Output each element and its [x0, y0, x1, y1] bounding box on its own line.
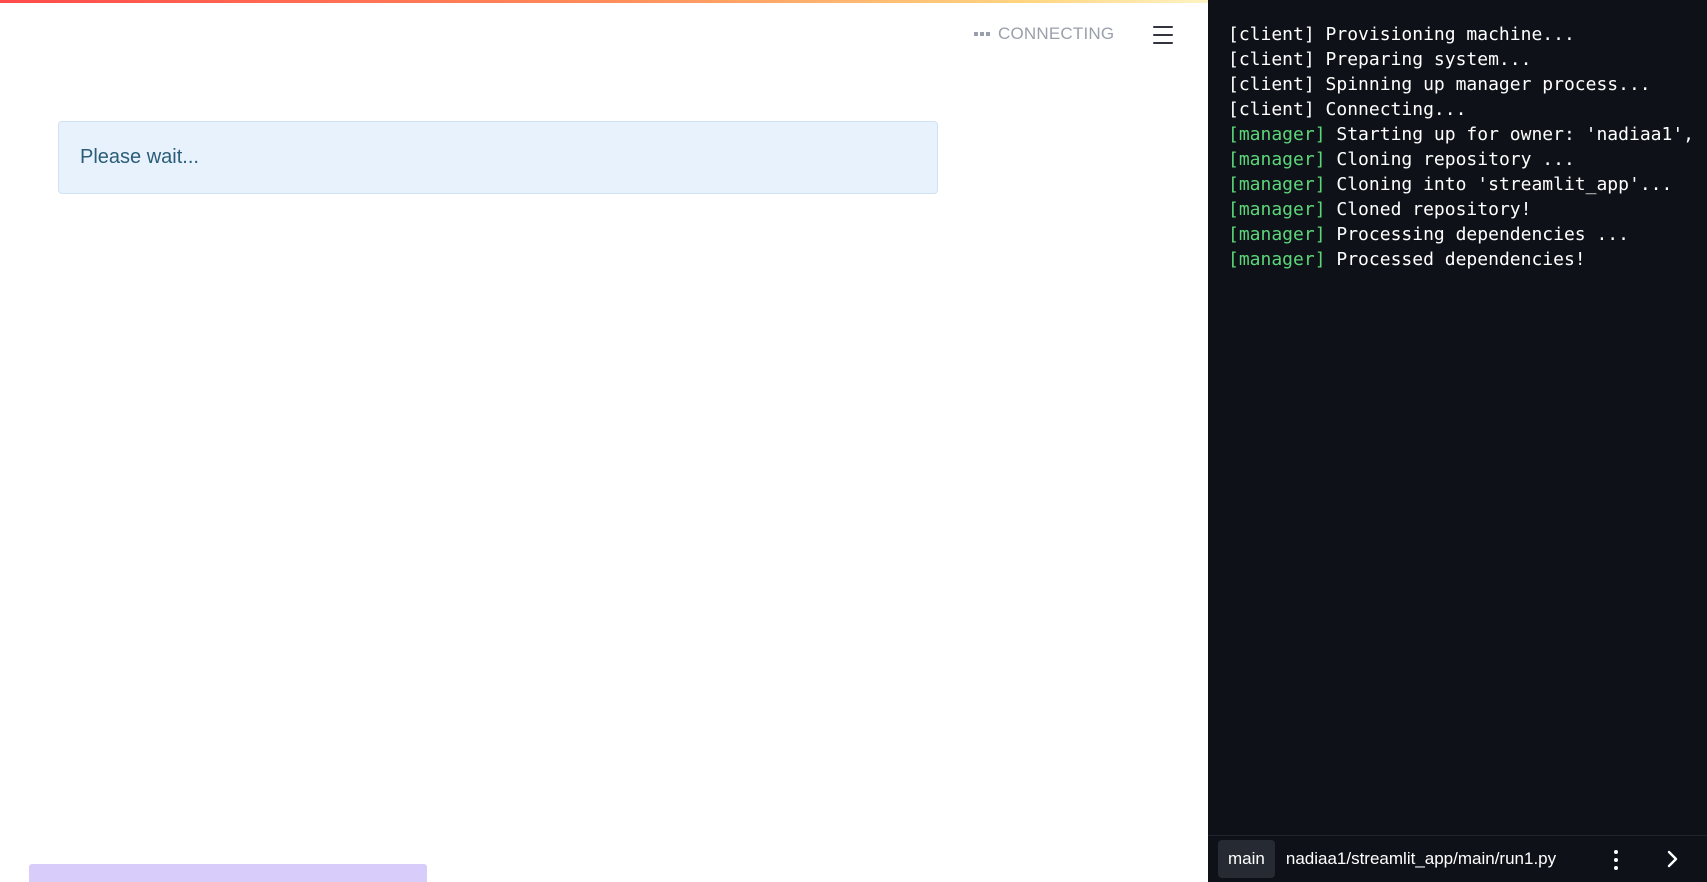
log-line: [client] Spinning up manager process... [1228, 72, 1707, 97]
log-line-message: Cloned repository! [1325, 199, 1532, 220]
log-line-tag: [manager] [1228, 124, 1326, 145]
log-line: [manager] Starting up for owner: 'nadiaa… [1228, 122, 1707, 147]
connecting-dots-icon [974, 32, 990, 36]
log-line: [manager] Processing dependencies ... [1228, 222, 1707, 247]
log-line: [manager] Cloning repository ... [1228, 147, 1707, 172]
log-panel-footer: main nadiaa1/streamlit_app/main/run1.py [1208, 835, 1707, 882]
log-line: [manager] Cloning into 'streamlit_app'..… [1228, 172, 1707, 197]
log-line-tag: [client] [1228, 74, 1315, 95]
log-line-tag: [manager] [1228, 224, 1326, 245]
log-line-message: Spinning up manager process... [1314, 74, 1651, 95]
log-line-message: Cloning repository ... [1325, 149, 1575, 170]
log-line-tag: [manager] [1228, 199, 1326, 220]
log-panel: [client] Provisioning machine... [client]… [1208, 0, 1707, 882]
repo-path-link[interactable]: nadiaa1/streamlit_app/main/run1.py [1286, 849, 1556, 869]
connection-status-label: CONNECTING [998, 24, 1115, 43]
footer-badge[interactable] [29, 864, 427, 882]
log-line-message: Starting up for owner: 'nadiaa1', re [1325, 124, 1707, 145]
log-line: [client] Provisioning machine... [1228, 22, 1707, 47]
log-line-message: Processed dependencies! [1325, 249, 1586, 270]
top-decoration-bar [0, 0, 1208, 3]
log-line-message: Cloning into 'streamlit_app'... [1325, 174, 1673, 195]
page: CONNECTING Please wait... Made with Stre… [0, 0, 1707, 882]
more-vertical-icon[interactable] [1613, 850, 1619, 870]
log-line-message: Preparing system... [1314, 49, 1532, 70]
log-line: [client] Connecting... [1228, 97, 1707, 122]
log-line-message: Connecting... [1314, 99, 1467, 120]
chevron-right-icon[interactable] [1662, 846, 1684, 872]
connection-status: CONNECTING [974, 24, 1114, 44]
info-alert: Please wait... [58, 121, 938, 194]
log-line-message: Provisioning machine... [1314, 24, 1575, 45]
log-line-tag: [client] [1228, 24, 1315, 45]
branch-badge[interactable]: main [1218, 840, 1275, 878]
info-alert-text: Please wait... [80, 146, 199, 168]
log-line: [manager] Cloned repository! [1228, 197, 1707, 222]
log-line-message: Processing dependencies ... [1325, 224, 1629, 245]
log-line: [client] Preparing system... [1228, 47, 1707, 72]
log-output: [client] Provisioning machine... [client]… [1228, 22, 1707, 272]
log-line-tag: [client] [1228, 49, 1315, 70]
log-line: [manager] Processed dependencies! [1228, 247, 1707, 272]
hamburger-menu-icon[interactable] [1153, 26, 1173, 44]
log-line-tag: [manager] [1228, 174, 1326, 195]
log-line-tag: [manager] [1228, 149, 1326, 170]
app-area: CONNECTING Please wait... Made with Stre… [0, 0, 1208, 882]
log-line-tag: [client] [1228, 99, 1315, 120]
log-line-tag: [manager] [1228, 249, 1326, 270]
